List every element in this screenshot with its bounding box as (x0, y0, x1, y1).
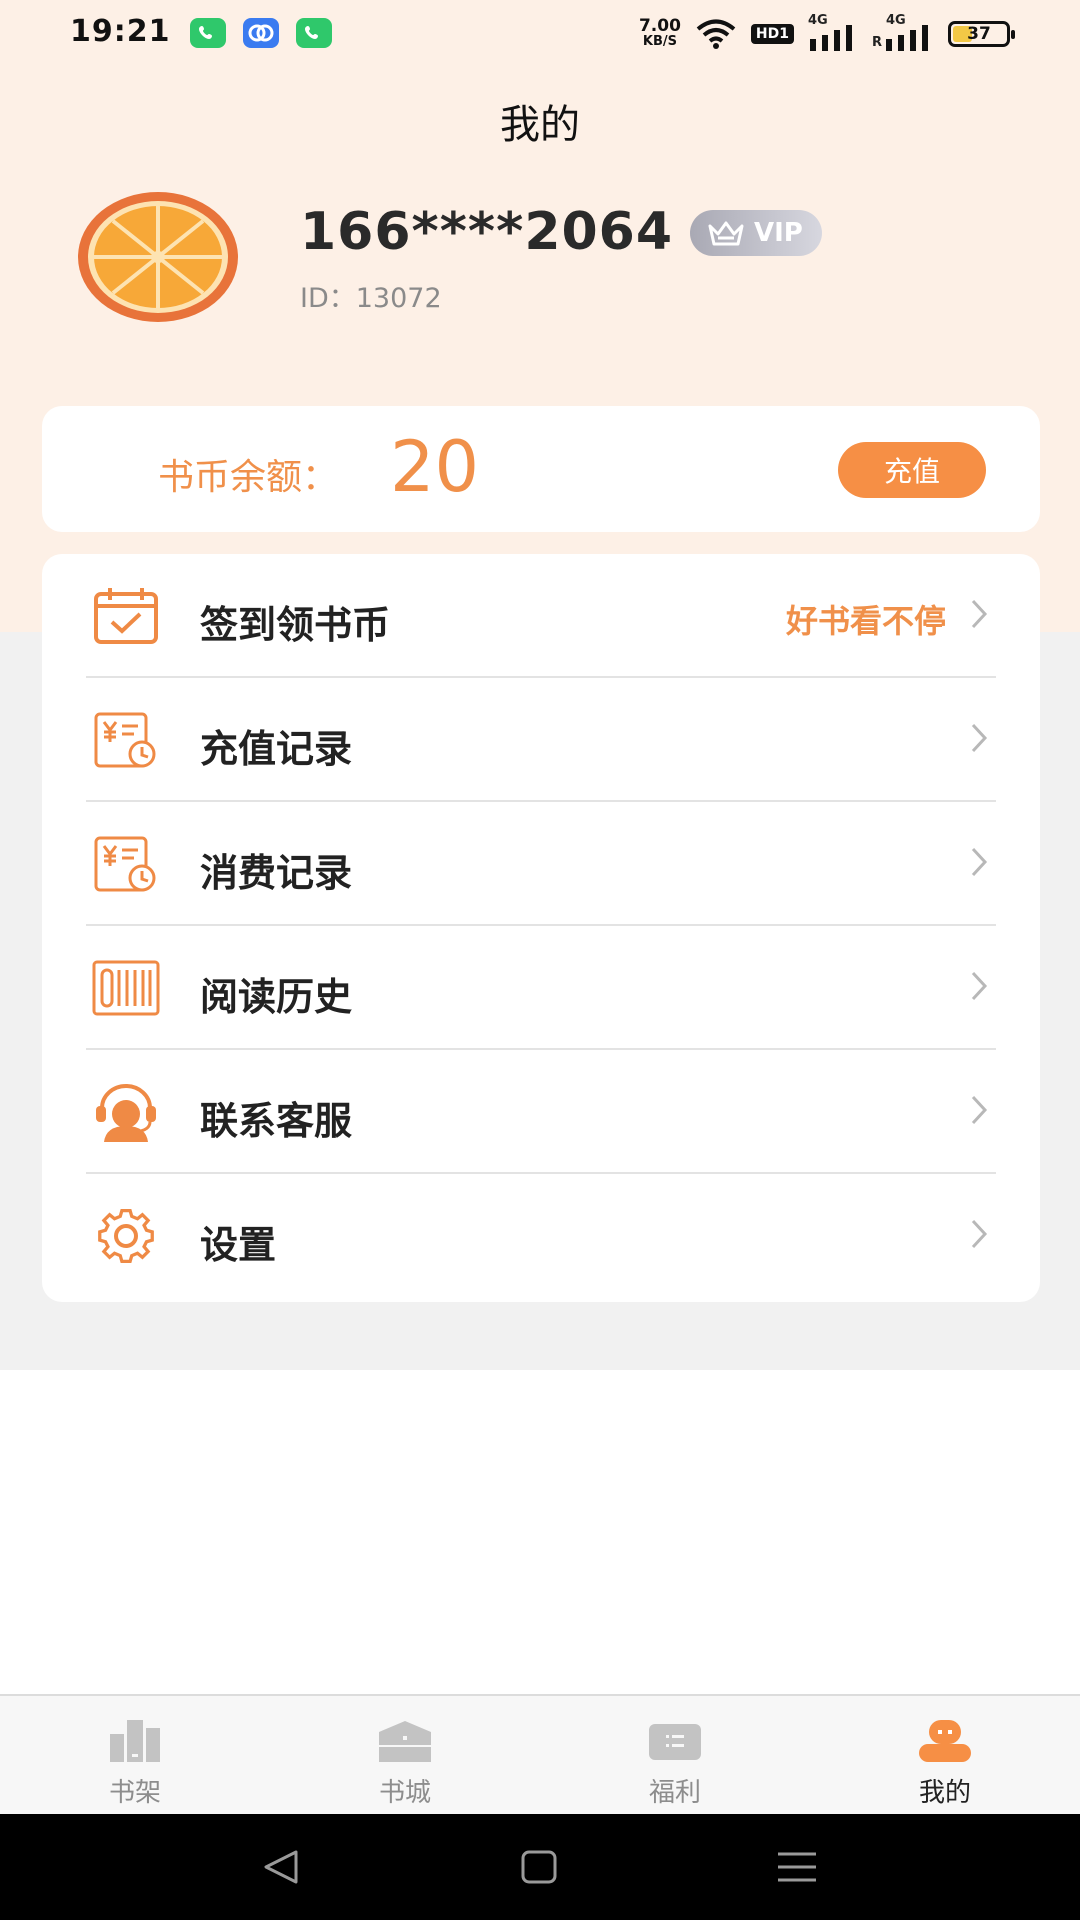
dual-circle-app-icon (243, 18, 279, 48)
status-time: 19:21 (70, 14, 171, 49)
signal-1: 4G (808, 13, 858, 51)
battery-icon: 37 (948, 21, 1015, 47)
wifi-icon (696, 19, 736, 49)
menu-item-spend-record[interactable]: 消费记录 (42, 802, 1040, 926)
chevron-right-icon (970, 846, 988, 878)
page-title: 我的 (500, 102, 580, 148)
menu-item-settings[interactable]: 设置 (42, 1174, 1040, 1298)
welfare-icon (646, 1718, 704, 1764)
profile-icon (916, 1718, 974, 1764)
balance-value: 20 (390, 426, 480, 508)
back-icon[interactable] (256, 1844, 306, 1890)
menu-item-label: 联系客服 (200, 1099, 353, 1143)
vip-label: VIP (754, 218, 803, 248)
menu-item-sign-in[interactable]: 签到领书币 好书看不停 (42, 554, 1040, 678)
status-indicators: 7.00 KB/S HD1 4G R 4G 37 (638, 13, 1015, 54)
nav-tab-bookshelf[interactable]: 书架 (0, 1696, 270, 1816)
chevron-right-icon (970, 1094, 988, 1126)
hd-badge: HD1 (750, 24, 794, 44)
menu-icon[interactable] (772, 1844, 822, 1890)
bookstore-icon (376, 1718, 434, 1764)
nav-label: 福利 (648, 1778, 701, 1808)
signal-2: R 4G (872, 13, 934, 51)
chevron-right-icon (970, 598, 988, 630)
network-speed: 7.00 KB/S (638, 16, 681, 50)
balance-label: 书币余额： (158, 457, 339, 498)
phone-icon (296, 18, 332, 48)
chevron-right-icon (970, 1218, 988, 1250)
menu-item-hint: 好书看不停 (785, 602, 946, 640)
signal-bars-icon (810, 25, 852, 51)
status-bar: 19:21 7.00 KB/S HD1 4G R 4G 37 (0, 0, 1080, 66)
menu-item-label: 签到领书币 (200, 603, 391, 647)
spend-record-icon (92, 834, 160, 894)
user-id: ID：13072 (300, 283, 442, 314)
chevron-right-icon (970, 722, 988, 754)
menu-item-label: 阅读历史 (200, 975, 353, 1019)
menu-item-customer-service[interactable]: 联系客服 (42, 1050, 1040, 1174)
avatar[interactable] (76, 190, 240, 324)
chevron-right-icon (970, 970, 988, 1002)
menu-item-label: 充值记录 (200, 727, 353, 771)
menu-item-recharge-record[interactable]: 充值记录 (42, 678, 1040, 802)
nav-label: 我的 (918, 1778, 971, 1808)
bottom-navigation: 书架 书城 福利 我的 (0, 1694, 1080, 1814)
menu-list: 签到领书币 好书看不停 充值记录 消费记录 阅读历史 联系客服 设置 (42, 554, 1040, 1302)
nav-tab-profile[interactable]: 我的 (810, 1696, 1080, 1816)
reading-history-icon (92, 958, 160, 1018)
nav-label: 书城 (378, 1778, 431, 1808)
system-navigation-bar (0, 1814, 1080, 1920)
crown-icon (708, 221, 744, 246)
balance-card: 书币余额： 20 充值 (42, 406, 1040, 532)
nav-tab-bookstore[interactable]: 书城 (270, 1696, 540, 1816)
menu-item-label: 设置 (200, 1223, 277, 1267)
customer-service-icon (92, 1082, 160, 1142)
menu-item-label: 消费记录 (200, 851, 353, 895)
gear-icon (92, 1206, 160, 1266)
recharge-button[interactable]: 充值 (838, 442, 986, 498)
home-icon[interactable] (514, 1844, 564, 1890)
vip-badge: VIP (690, 210, 822, 256)
signal-bars-icon (886, 25, 928, 51)
nav-label: 书架 (108, 1778, 161, 1808)
username: 166****2064 (300, 202, 674, 262)
calendar-check-icon (92, 586, 160, 646)
bookshelf-icon (106, 1718, 164, 1764)
recharge-record-icon (92, 710, 160, 770)
phone-icon (190, 18, 226, 48)
menu-item-reading-history[interactable]: 阅读历史 (42, 926, 1040, 1050)
nav-tab-welfare[interactable]: 福利 (540, 1696, 810, 1816)
